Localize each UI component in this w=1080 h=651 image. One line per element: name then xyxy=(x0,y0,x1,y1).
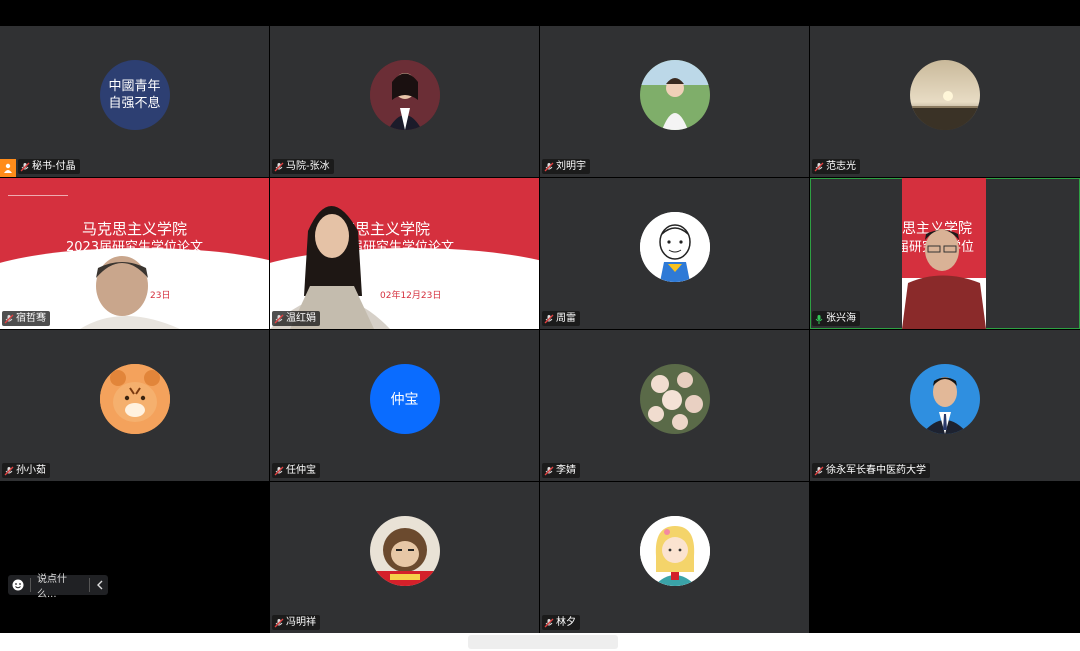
emoji-icon[interactable] xyxy=(12,579,24,591)
participant-tile[interactable]: 马院-张冰 xyxy=(270,26,539,177)
grid-row-4: 冯明祥 林夕 xyxy=(0,482,1080,633)
avatar xyxy=(639,212,710,282)
mic-muted-icon xyxy=(20,162,30,171)
participant-name: 张兴海 xyxy=(826,313,856,324)
participant-name-label: 徐永军长春中医药大学 xyxy=(812,463,930,478)
mic-muted-icon xyxy=(544,314,554,323)
empty-tile xyxy=(810,482,1080,633)
mic-muted-icon xyxy=(814,162,824,171)
avatar xyxy=(369,516,440,586)
chevron-left-icon[interactable] xyxy=(96,580,104,590)
scroll-indicator[interactable] xyxy=(468,635,618,649)
participant-tile[interactable]: 孙小茹 xyxy=(0,330,269,481)
participant-tile[interactable]: 仲宝 任仲宝 xyxy=(270,330,539,481)
avatar xyxy=(99,364,170,434)
grid-row-2: 马克思主义学院 2023届研究生学位论文 辩 23日 宿哲骞 克思主义学院 届研… xyxy=(0,178,1080,329)
participant-name: 孙小茹 xyxy=(16,465,46,476)
participant-name-label: 任仲宝 xyxy=(272,463,320,478)
participant-tile[interactable]: 冯明祥 xyxy=(270,482,539,633)
avatar xyxy=(369,60,440,130)
empty-tile xyxy=(0,482,269,633)
participant-name: 温红娟 xyxy=(286,313,316,324)
participant-tile[interactable]: 林夕 xyxy=(540,482,809,633)
participant-tile[interactable]: 刘明宇 xyxy=(540,26,809,177)
participant-name-label: 张兴海 xyxy=(812,311,860,326)
avatar: 仲宝 xyxy=(369,364,440,434)
participant-tile[interactable]: 中國青年 自强不息 秘书-付晶 xyxy=(0,26,269,177)
mic-muted-icon xyxy=(274,466,284,475)
avatar xyxy=(910,60,980,130)
participant-name-label: 马院-张冰 xyxy=(272,159,334,174)
chat-input-bar[interactable]: 说点什么... xyxy=(8,574,108,600)
bottom-strip xyxy=(0,633,1080,651)
participant-name: 宿哲骞 xyxy=(16,313,46,324)
avatar-text: 自强不息 xyxy=(108,96,161,111)
mic-muted-icon xyxy=(4,314,14,323)
participant-tile[interactable]: 马克思主义学院 2023届研究生学位论文 辩 23日 宿哲骞 xyxy=(0,178,269,329)
participant-tile[interactable]: 周雷 xyxy=(540,178,809,329)
mic-muted-icon xyxy=(544,466,554,475)
participant-name: 任仲宝 xyxy=(286,465,316,476)
participant-name-label: 李婧 xyxy=(542,463,580,478)
grid-row-1: 中國青年 自强不息 秘书-付晶 马院-张冰 刘明宇 范志光 xyxy=(0,26,1080,177)
participant-tile[interactable]: 李婧 xyxy=(540,330,809,481)
participant-name-label: 林夕 xyxy=(542,615,580,630)
divider xyxy=(89,578,90,592)
mic-muted-icon xyxy=(4,466,14,475)
participant-name-label: 周雷 xyxy=(542,311,580,326)
participant-name: 冯明祥 xyxy=(286,617,316,628)
presentation-slide: 克思主义学院 届研究生学位论文 预答辩 02年12月23日 xyxy=(270,178,539,329)
mic-muted-icon xyxy=(814,466,824,475)
chat-input[interactable]: 说点什么... xyxy=(37,570,83,600)
participant-name: 林夕 xyxy=(556,617,576,628)
avatar-text: 仲宝 xyxy=(390,392,419,408)
participant-name-label: 温红娟 xyxy=(272,311,320,326)
participant-name-label: 刘明宇 xyxy=(542,159,590,174)
mic-muted-icon xyxy=(544,162,554,171)
avatar xyxy=(639,60,710,130)
participant-name: 马院-张冰 xyxy=(286,161,330,172)
participant-name-label: 范志光 xyxy=(812,159,860,174)
avatar xyxy=(639,364,710,434)
participant-name: 范志光 xyxy=(826,161,856,172)
presenter-video: 克思主义学院 届研究生学位 xyxy=(902,178,986,329)
participant-name-label: 秘书-付晶 xyxy=(18,159,80,174)
participant-name: 李婧 xyxy=(556,465,576,476)
participant-tile-active-speaker[interactable]: 克思主义学院 届研究生学位 张兴海 xyxy=(810,178,1080,329)
grid-row-3: 孙小茹 仲宝 任仲宝 李婧 徐永军长春中医药大学 xyxy=(0,330,1080,481)
participant-name: 秘书-付晶 xyxy=(32,161,76,172)
presenter-video xyxy=(270,206,390,329)
mic-muted-icon xyxy=(274,618,284,627)
avatar xyxy=(639,516,710,586)
avatar-text: 中國青年 xyxy=(108,79,161,94)
participant-name-label: 冯明祥 xyxy=(272,615,320,630)
avatar: 中國青年 自强不息 xyxy=(99,60,170,130)
presenter-video xyxy=(80,256,180,329)
avatar xyxy=(910,364,980,434)
participant-tile[interactable]: 徐永军长春中医药大学 xyxy=(810,330,1080,481)
presentation-slide: 马克思主义学院 2023届研究生学位论文 辩 23日 xyxy=(0,178,269,329)
participant-name-label: 宿哲骞 xyxy=(2,311,50,326)
participant-tile[interactable]: 克思主义学院 届研究生学位论文 预答辩 02年12月23日 温红娟 xyxy=(270,178,539,329)
participant-name: 周雷 xyxy=(556,313,576,324)
university-logo xyxy=(8,186,68,196)
mic-active-icon xyxy=(815,314,823,324)
divider xyxy=(30,578,31,592)
participant-tile[interactable]: 范志光 xyxy=(810,26,1080,177)
mic-muted-icon xyxy=(274,314,284,323)
video-grid: 中國青年 自强不息 秘书-付晶 马院-张冰 刘明宇 范志光 马克思主义学院 20… xyxy=(0,26,1080,634)
mic-muted-icon xyxy=(544,618,554,627)
participant-name: 徐永军长春中医药大学 xyxy=(826,465,926,476)
mic-muted-icon xyxy=(274,162,284,171)
participant-name: 刘明宇 xyxy=(556,161,586,172)
participant-name-label: 孙小茹 xyxy=(2,463,50,478)
host-icon xyxy=(0,159,16,177)
